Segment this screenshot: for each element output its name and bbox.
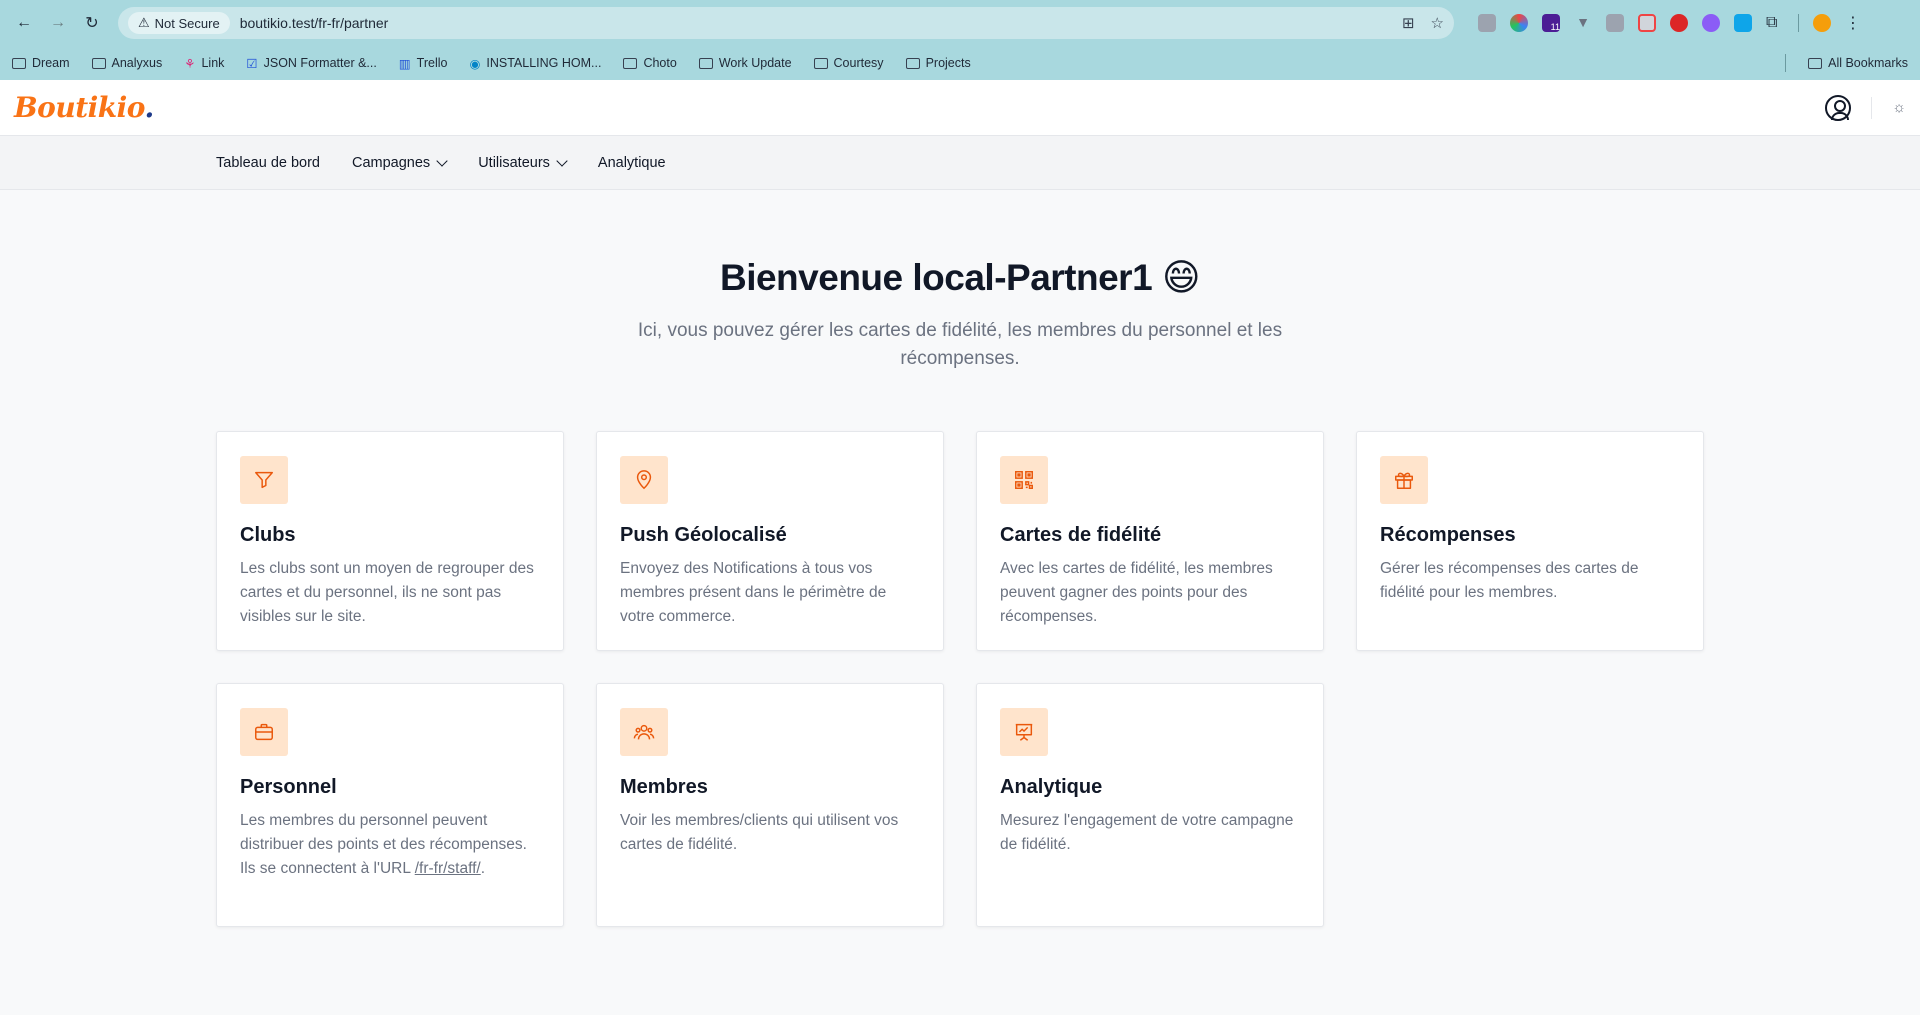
warning-icon: ⚠ — [138, 15, 150, 30]
extension-icon[interactable] — [1734, 14, 1752, 32]
nav-users[interactable]: Utilisateurs — [478, 154, 568, 171]
card-description: Mesurez l'engagement de votre campagne d… — [1000, 812, 1294, 853]
checkbox-favicon: ☑ — [246, 56, 258, 71]
card-geo-push[interactable]: Push Géolocalisé Envoyez des Notificatio… — [596, 431, 944, 651]
nav-dashboard[interactable]: Tableau de bord — [216, 155, 320, 171]
folder-icon — [623, 57, 638, 69]
logo-dot: . — [144, 91, 155, 124]
bookmark-item[interactable]: Courtesy — [813, 56, 884, 70]
card-description: Envoyez des Notifications à tous vos mem… — [620, 560, 887, 625]
puzzle-icon[interactable]: ⧉ — [1766, 14, 1784, 32]
reload-icon[interactable]: ↻ — [78, 9, 106, 37]
bookmark-item[interactable]: ◉ INSTALLING HOM... — [469, 56, 601, 71]
forward-icon[interactable]: → — [44, 9, 72, 37]
bookmark-item[interactable]: Choto — [623, 56, 677, 70]
map-pin-icon — [620, 456, 668, 504]
extension-icon[interactable] — [1606, 14, 1624, 32]
bookmark-item[interactable]: Dream — [12, 56, 70, 70]
card-description: Avec les cartes de fidélité, les membres… — [1000, 560, 1273, 625]
card-title: Membres — [620, 776, 708, 798]
card-description: Les clubs sont un moyen de regrouper des… — [240, 560, 534, 625]
card-rewards[interactable]: Récompenses Gérer les récompenses des ca… — [1356, 431, 1704, 651]
logo[interactable]: Boutikio. — [14, 91, 154, 124]
address-bar[interactable]: ⚠ Not Secure boutikio.test/fr-fr/partner… — [118, 7, 1454, 39]
chevron-down-icon — [556, 154, 568, 167]
bookmark-item[interactable]: ▥ Trello — [399, 56, 448, 71]
staff-url-link[interactable]: /fr-fr/staff/ — [415, 860, 481, 877]
extensions-row: 11 ▼ ⧉ ⋮ — [1478, 13, 1861, 33]
bookmark-item[interactable]: Work Update — [698, 56, 792, 70]
color-picker-extension-icon[interactable] — [1510, 14, 1528, 32]
browser-toolbar: ← → ↻ ⚠ Not Secure boutikio.test/fr-fr/p… — [0, 0, 1920, 46]
app-header: Boutikio. ☼ — [0, 80, 1920, 136]
account-icon[interactable] — [1825, 94, 1852, 121]
card-description: Les membres du personnel peuvent distrib… — [240, 812, 527, 877]
graduation-extension-icon[interactable]: 11 — [1542, 14, 1560, 32]
grinning-emoji: 😄 — [1161, 257, 1201, 298]
install-favicon: ◉ — [469, 56, 481, 71]
users-icon — [620, 708, 668, 756]
page-title: Bienvenue local-Partner1 😄 — [719, 257, 1201, 298]
feature-cards: Clubs Les clubs sont un moyen de regroup… — [216, 431, 1704, 927]
folder-icon — [813, 57, 828, 69]
bookmark-item[interactable]: Analyxus — [91, 56, 162, 70]
card-title: Cartes de fidélité — [1000, 524, 1162, 546]
bookmark-item[interactable]: Projects — [905, 56, 971, 70]
card-title: Récompenses — [1380, 524, 1516, 546]
folder-icon — [12, 57, 26, 69]
avatar[interactable] — [1813, 14, 1831, 32]
bookmark-star-icon[interactable]: ☆ — [1431, 14, 1444, 32]
folder-icon — [1808, 57, 1823, 69]
all-bookmarks[interactable]: All Bookmarks — [1808, 56, 1908, 70]
card-analytics[interactable]: Analytique Mesurez l'engagement de votre… — [976, 683, 1324, 927]
more-menu-icon[interactable]: ⋮ — [1845, 13, 1861, 33]
card-members[interactable]: Membres Voir les membres/clients qui uti… — [596, 683, 944, 927]
browser-chrome: ← → ↻ ⚠ Not Secure boutikio.test/fr-fr/p… — [0, 0, 1920, 80]
main-nav: Tableau de bord Campagnes Utilisateurs A… — [0, 136, 1920, 190]
gift-icon — [1380, 456, 1428, 504]
card-clubs[interactable]: Clubs Les clubs sont un moyen de regroup… — [216, 431, 564, 651]
link-favicon: ⚘ — [184, 56, 196, 71]
qr-code-icon — [1000, 456, 1048, 504]
bookmark-item[interactable]: ⚘ Link — [184, 56, 224, 71]
logo-text: Boutikio — [14, 91, 145, 124]
folder-icon — [698, 57, 713, 69]
briefcase-icon — [240, 708, 288, 756]
extension-badge: 11 — [1550, 22, 1560, 32]
bookmark-item[interactable]: ☑ JSON Formatter &... — [246, 56, 376, 71]
card-title: Push Géolocalisé — [620, 524, 787, 546]
extension-icon[interactable] — [1478, 14, 1496, 32]
back-icon[interactable]: ← — [10, 9, 38, 37]
extension-icon[interactable] — [1638, 14, 1656, 32]
trello-favicon: ▥ — [398, 56, 411, 71]
translate-icon[interactable]: ⊞ — [1402, 14, 1415, 32]
vue-extension-icon[interactable]: ▼ — [1574, 14, 1592, 32]
url-text[interactable]: boutikio.test/fr-fr/partner — [240, 15, 1392, 31]
security-label: Not Secure — [154, 15, 220, 31]
card-staff[interactable]: Personnel Les membres du personnel peuve… — [216, 683, 564, 927]
filter-icon — [240, 456, 288, 504]
chevron-down-icon — [436, 154, 448, 167]
folder-icon — [91, 57, 106, 69]
presentation-chart-icon — [1000, 708, 1048, 756]
page-subtitle: Ici, vous pouvez gérer les cartes de fid… — [637, 320, 1283, 369]
bookmarks-bar: Dream Analyxus ⚘ Link ☑ JSON Formatter &..… — [0, 46, 1920, 80]
extension-icon[interactable] — [1670, 14, 1688, 32]
nav-campaigns[interactable]: Campagnes — [352, 154, 448, 171]
card-description: Gérer les récompenses des cartes de fidé… — [1380, 560, 1639, 601]
card-loyalty-cards[interactable]: Cartes de fidélité Avec les cartes de fi… — [976, 431, 1324, 651]
main-content: Bienvenue local-Partner1 😄 Ici, vous pou… — [0, 190, 1920, 927]
security-chip[interactable]: ⚠ Not Secure — [128, 12, 230, 34]
card-title: Clubs — [240, 524, 296, 546]
nav-analytics[interactable]: Analytique — [598, 155, 666, 171]
sun-icon[interactable]: ☼ — [1892, 99, 1906, 116]
folder-icon — [905, 57, 920, 69]
card-title: Personnel — [240, 776, 337, 798]
extension-icon[interactable] — [1702, 14, 1720, 32]
card-description: Voir les membres/clients qui utilisent v… — [620, 812, 899, 853]
card-title: Analytique — [1000, 776, 1103, 798]
